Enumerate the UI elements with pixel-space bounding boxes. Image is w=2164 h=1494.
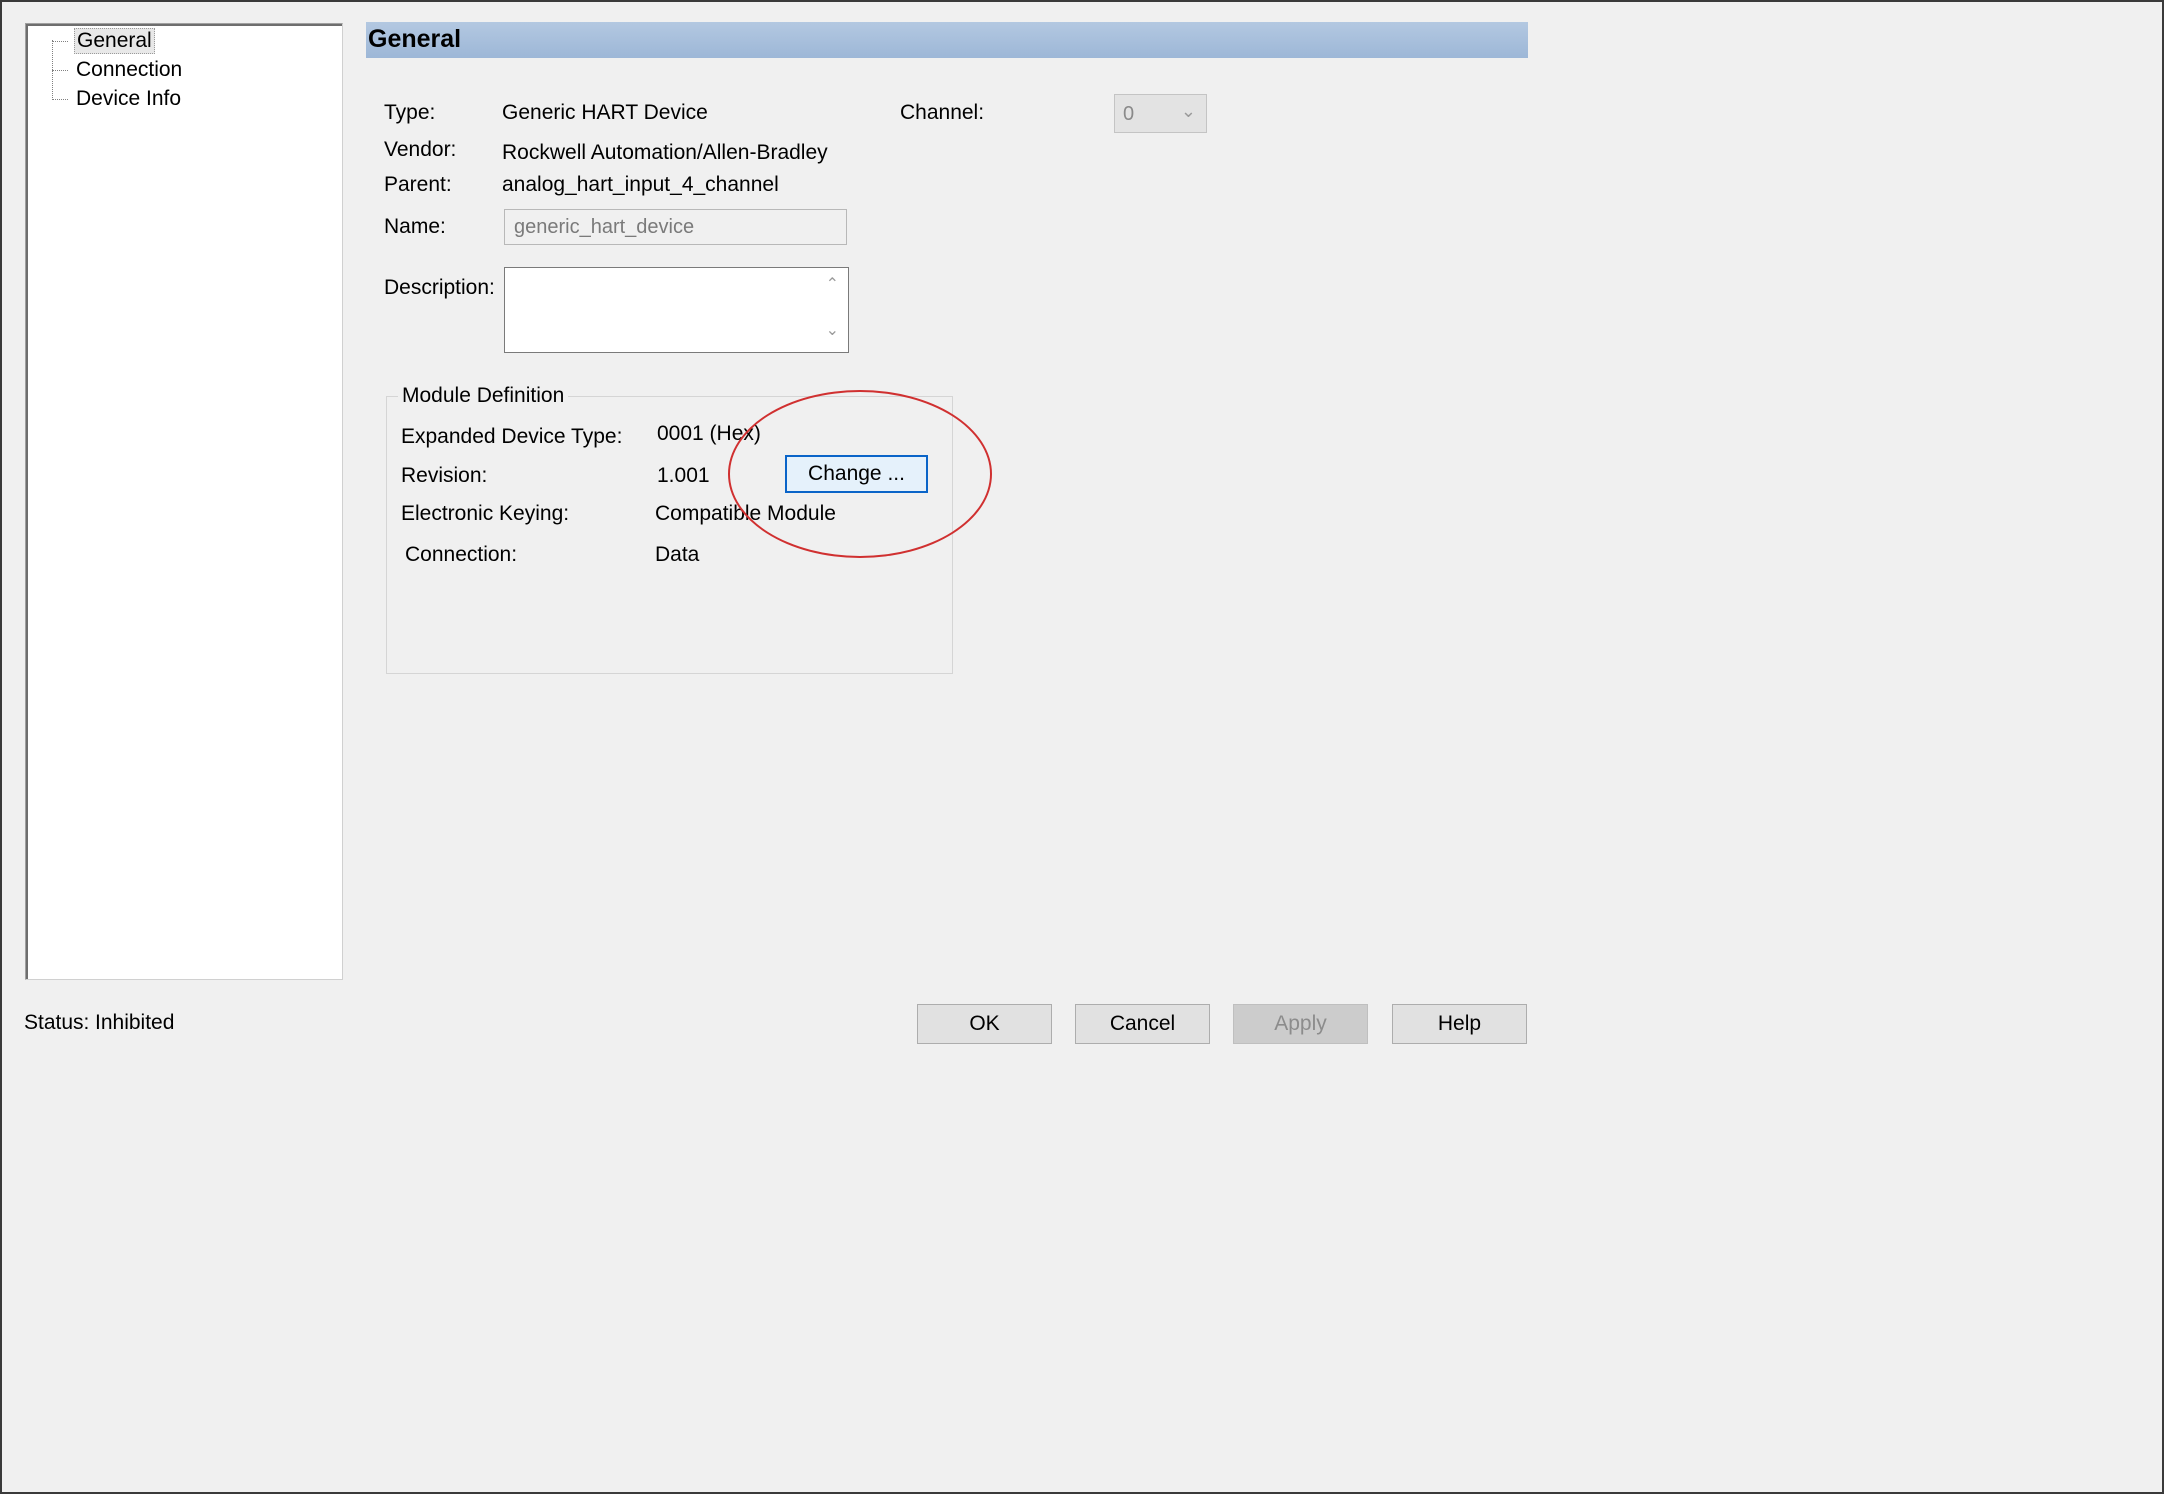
category-tree: General Connection Device Info <box>25 23 343 980</box>
page-header: General <box>366 22 1528 58</box>
type-label: Type: <box>384 101 436 124</box>
tree-item-connection[interactable]: Connection <box>52 55 184 85</box>
apply-button[interactable]: Apply <box>1233 1004 1368 1044</box>
connection-value: Data <box>655 543 700 566</box>
parent-value: analog_hart_input_4_channel <box>502 173 779 196</box>
tree-item-label: General <box>74 28 155 54</box>
channel-select[interactable]: 0 ⌄ <box>1114 94 1207 133</box>
revision-label: Revision: <box>401 464 488 487</box>
expanded-device-type-label: Expanded Device Type: <box>401 425 623 448</box>
vendor-label: Vendor: <box>384 138 457 161</box>
description-label: Description: <box>384 276 495 299</box>
channel-label: Channel: <box>900 101 985 124</box>
electronic-keying-label: Electronic Keying: <box>401 502 570 525</box>
chevron-down-icon: ⌄ <box>1180 101 1196 121</box>
tree-item-label: Connection <box>76 58 183 81</box>
name-input-value: generic_hart_device <box>514 216 695 238</box>
description-textarea[interactable]: ⌃ ⌄ <box>504 267 849 353</box>
ok-button[interactable]: OK <box>917 1004 1052 1044</box>
revision-value: 1.001 <box>657 464 710 487</box>
tree-branch <box>52 40 68 42</box>
cancel-button[interactable]: Cancel <box>1075 1004 1210 1044</box>
parent-label: Parent: <box>384 173 452 196</box>
tree-item-general[interactable]: General <box>52 26 155 56</box>
channel-select-value: 0 <box>1123 103 1135 125</box>
highlight-ring <box>728 390 992 558</box>
connection-label: Connection: <box>405 543 518 566</box>
name-input[interactable]: generic_hart_device <box>504 209 847 245</box>
tree-branch <box>52 98 68 100</box>
tree-item-label: Device Info <box>76 87 182 110</box>
type-value: Generic HART Device <box>502 101 708 124</box>
tree-item-device-info[interactable]: Device Info <box>52 84 183 114</box>
module-definition-title: Module Definition <box>398 384 569 408</box>
page-title: General <box>368 25 462 53</box>
help-button[interactable]: Help <box>1392 1004 1527 1044</box>
name-label: Name: <box>384 215 446 238</box>
scroll-down-icon[interactable]: ⌄ <box>826 320 839 340</box>
vendor-value: Rockwell Automation/Allen-Bradley <box>502 141 828 164</box>
status-label: Status: <box>24 1011 90 1034</box>
scroll-up-icon[interactable]: ⌃ <box>826 274 839 294</box>
tree-branch <box>52 69 68 71</box>
status-value: Inhibited <box>95 1011 175 1034</box>
